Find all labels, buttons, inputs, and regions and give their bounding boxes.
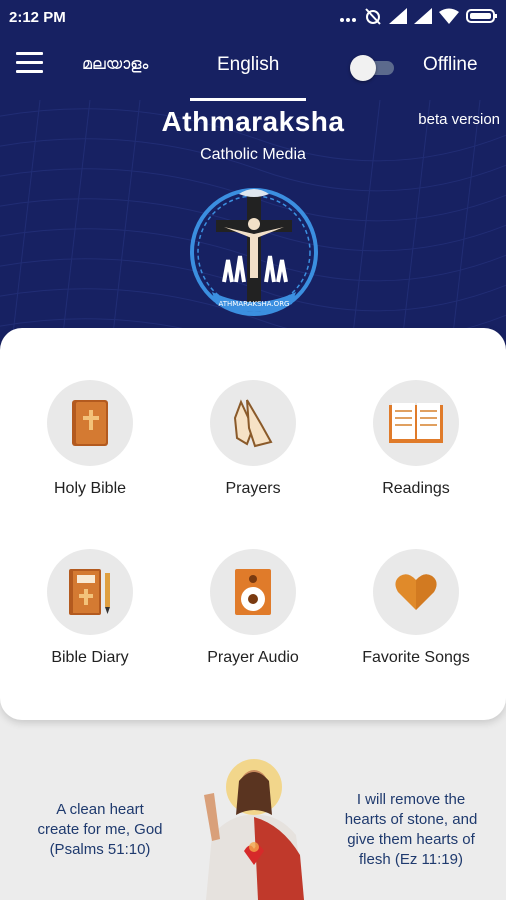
quote-left: A clean heart create for me, God (Psalms… — [22, 800, 178, 860]
prayers-tile[interactable]: Prayers — [169, 380, 337, 510]
hamburger-icon-bar — [16, 52, 43, 55]
sacred-heart-jesus-image — [204, 759, 304, 900]
holy-bible-circle — [47, 380, 133, 466]
bible-diary-circle — [47, 549, 133, 635]
status-icons — [339, 7, 498, 25]
holy-bible-label: Holy Bible — [53, 480, 127, 497]
bible-diary-tile[interactable]: Bible Diary — [6, 549, 174, 679]
offline-label: Offline — [423, 54, 478, 75]
prayers-circle — [210, 380, 296, 466]
alarm-off-icon — [365, 8, 381, 25]
tab-malayalam[interactable]: മലയാളം — [82, 54, 148, 74]
hamburger-icon-bar — [16, 70, 43, 73]
readings-circle — [373, 380, 459, 466]
hamburger-icon-bar — [16, 61, 43, 64]
wifi-icon — [439, 8, 459, 24]
prayer-audio-circle — [210, 549, 296, 635]
menu-button[interactable] — [16, 52, 46, 82]
favorite-songs-tile[interactable]: Favorite Songs — [332, 549, 500, 679]
holy-bible-tile[interactable]: Holy Bible — [6, 380, 174, 510]
app-bar: മലയാളം English Offline — [0, 34, 506, 102]
quote-left-line: A clean heart — [56, 801, 144, 818]
quote-right-line: flesh (Ez 11:19) — [359, 851, 463, 868]
beta-badge: beta version — [418, 111, 500, 128]
menu-card: Holy Bible Prayers Readings Bible Diary … — [0, 328, 506, 720]
quote-right-line: I will remove the — [356, 791, 466, 808]
signal-2-icon — [414, 8, 432, 24]
prayer-audio-label: Prayer Audio — [207, 649, 299, 666]
quote-right-line: hearts of stone, and — [344, 811, 478, 828]
toggle-knob — [350, 55, 376, 81]
status-time: 2:12 PM — [9, 9, 66, 26]
quote-right: I will remove the hearts of stone, and g… — [326, 790, 496, 870]
readings-tile[interactable]: Readings — [332, 380, 500, 510]
readings-label: Readings — [382, 480, 450, 497]
tab-indicator — [190, 98, 306, 101]
prayer-audio-tile[interactable]: Prayer Audio — [169, 549, 337, 679]
bible-diary-label: Bible Diary — [51, 649, 129, 666]
favorite-songs-circle — [373, 549, 459, 635]
athmaraksha-logo: ATHMARAKSHA.ORG — [190, 188, 318, 316]
logo-text: ATHMARAKSHA.ORG — [219, 300, 290, 308]
quote-left-line: (Psalms 51:10) — [49, 841, 151, 858]
battery-icon — [466, 9, 497, 23]
offline-toggle[interactable] — [350, 54, 396, 81]
open-book-icon — [389, 403, 443, 443]
favorite-songs-label: Favorite Songs — [362, 649, 470, 666]
more-dots-icon — [340, 18, 356, 22]
praying-hands-icon — [233, 399, 273, 448]
app-subtitle: Catholic Media — [200, 146, 306, 163]
quote-left-line: create for me, God — [37, 821, 163, 838]
speaker-icon — [235, 569, 271, 615]
prayers-label: Prayers — [225, 480, 281, 497]
quote-right-line: give them hearts of — [347, 831, 475, 848]
tab-english[interactable]: English — [217, 54, 279, 76]
signal-icon — [389, 8, 407, 24]
heart-icon — [395, 574, 437, 610]
status-bar: 2:12 PM — [0, 0, 506, 34]
diary-icon — [69, 569, 110, 615]
bible-book-icon — [72, 400, 108, 446]
